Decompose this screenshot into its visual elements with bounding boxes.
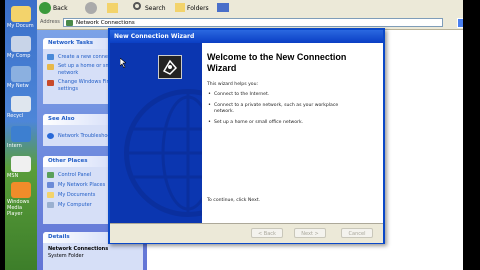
bullet-dot: • — [208, 102, 211, 108]
details-name: Network Connections — [48, 246, 109, 252]
back-arrow-icon[interactable] — [39, 2, 51, 14]
firewall-icon — [47, 80, 54, 86]
my-documents-icon[interactable] — [11, 6, 31, 22]
wizard-button-bar: < Back Next > Cancel — [110, 223, 383, 243]
internet-explorer-icon[interactable] — [11, 126, 31, 142]
back-button[interactable]: < Back — [251, 228, 283, 238]
folders-icon[interactable] — [175, 3, 185, 12]
media-player-icon[interactable] — [11, 182, 31, 198]
wizard-continue-text: To continue, click Next. — [207, 198, 261, 203]
desktop-icon-label: My Netw — [7, 83, 29, 89]
views-icon[interactable] — [217, 3, 229, 12]
desktop-icon-label: My Comp — [7, 53, 31, 59]
folders-button[interactable]: Folders — [187, 2, 209, 15]
address-input[interactable]: Network Connections — [63, 18, 443, 27]
desktop-icon-label: MSN — [7, 173, 19, 179]
desktop: My Docum My Comp My Netw Recycl Intern M… — [5, 0, 37, 270]
bullet-dot: • — [208, 119, 211, 125]
wizard-intro: This wizard helps you: — [207, 82, 259, 87]
wizard-bullet: Set up a home or small office network. — [214, 120, 304, 125]
globe-graphic — [124, 89, 202, 217]
up-folder-icon[interactable] — [107, 3, 118, 13]
connection-wizard-icon — [158, 55, 182, 79]
address-value: Network Connections — [76, 20, 135, 26]
network-connections-icon — [66, 20, 73, 26]
desktop-icon-label: Windows Media Player — [7, 199, 30, 217]
wizard-bullet: Connect to a private network, such as yo… — [214, 103, 339, 114]
link-label: My Network Places — [58, 182, 106, 188]
next-button[interactable]: Next > — [294, 228, 326, 238]
desktop-icon-label: Recycl — [7, 113, 24, 119]
my-network-icon[interactable] — [11, 66, 31, 82]
back-button[interactable]: Back — [53, 2, 68, 15]
computer-icon — [47, 202, 54, 208]
my-computer-icon[interactable] — [11, 36, 31, 52]
toolbar: Back Search Folders — [37, 0, 468, 18]
new-connection-icon — [47, 54, 54, 60]
msn-icon[interactable] — [11, 156, 31, 172]
desktop-icon-label: Intern — [7, 143, 22, 149]
link-label: My Documents — [58, 192, 96, 198]
control-panel-icon — [47, 172, 54, 178]
forward-arrow-icon[interactable] — [85, 2, 97, 14]
mouse-pointer-icon — [120, 58, 126, 68]
address-label: Address — [40, 19, 60, 25]
wizard-side-graphic — [110, 43, 202, 223]
screen-frame: My Docum My Comp My Netw Recycl Intern M… — [5, 0, 468, 270]
help-icon — [47, 133, 54, 139]
letterbox-right — [463, 0, 480, 270]
details-type: System Folder — [48, 253, 84, 259]
network-places-icon — [47, 182, 54, 188]
search-icon[interactable] — [133, 2, 141, 10]
home-network-icon — [47, 64, 54, 70]
wizard-title-bar[interactable]: New Connection Wizard — [110, 30, 383, 43]
bullet-dot: • — [208, 91, 211, 97]
wizard-content: Welcome to the New Connection Wizard Thi… — [202, 43, 383, 223]
link-label: My Computer — [58, 202, 92, 208]
wizard-bullet: Connect to the Internet. — [214, 92, 270, 97]
documents-icon — [47, 192, 54, 198]
link-label: Control Panel — [58, 172, 92, 178]
recycle-bin-icon[interactable] — [11, 96, 31, 112]
desktop-icon-label: My Docum — [7, 23, 34, 29]
search-button[interactable]: Search — [145, 2, 166, 15]
wizard-heading: Welcome to the New Connection Wizard — [207, 52, 347, 73]
new-connection-wizard-dialog: New Connection Wizard Welcome to the New… — [108, 28, 385, 244]
cancel-button[interactable]: Cancel — [341, 228, 373, 238]
